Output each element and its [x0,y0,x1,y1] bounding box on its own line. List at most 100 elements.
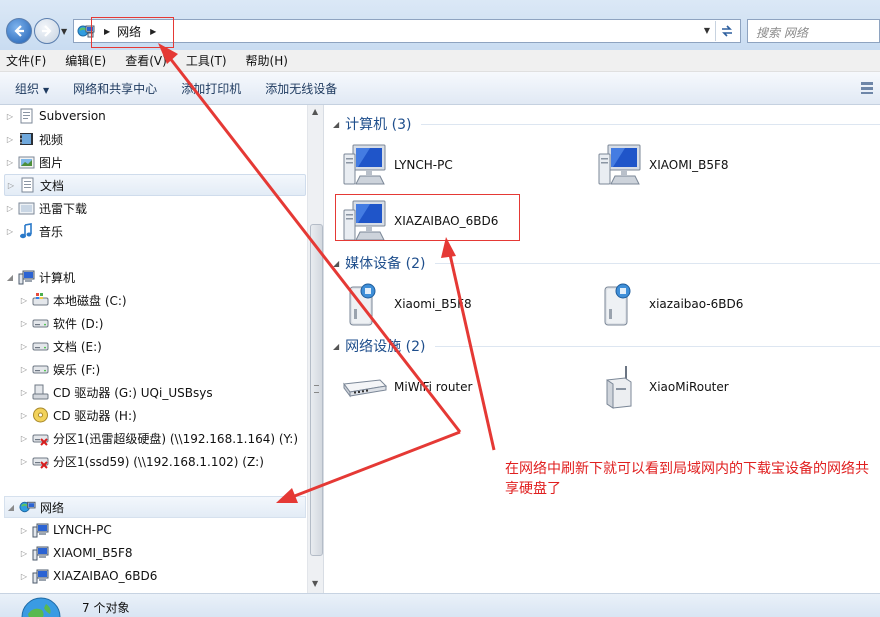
nav-label: 音乐 [39,224,64,239]
nav-item-lynch-pc[interactable]: ▷ LYNCH-PC [18,519,320,541]
address-history-dropdown[interactable]: ▼ [704,26,710,35]
scrollbar-thumb[interactable] [310,224,323,556]
computer-icon [18,269,35,285]
expand-icon[interactable]: ▷ [4,227,16,236]
nav-item-drive-d[interactable]: ▷ 软件 (D:) [18,312,320,334]
nav-label: LYNCH-PC [53,523,112,537]
subversion-icon [20,108,33,124]
nav-item-thunder-download[interactable]: ▷ 迅雷下载 [4,197,306,219]
nav-item-network[interactable]: ◢ 网络 [4,496,306,518]
collapse-icon[interactable]: ◢ [333,259,339,268]
nav-item-subversion[interactable]: ▷ Subversion [4,105,306,127]
collapse-icon[interactable]: ◢ [333,120,339,129]
nav-item-drive-f[interactable]: ▷ 娱乐 (F:) [18,358,320,380]
nav-label: Subversion [39,109,106,123]
nav-label: 计算机 [39,270,76,285]
nav-item-drive-g[interactable]: ▷ CD 驱动器 (G:) UQi_USBsys [18,381,320,403]
item-label: XiaoMiRouter [649,380,729,394]
nav-label: CD 驱动器 (H:) [53,408,137,423]
grip-icon [314,385,319,393]
nav-item-drive-c[interactable]: ▷ 本地磁盘 (C:) [18,289,320,311]
add-printer-button[interactable]: 添加打印机 [181,80,241,97]
item-miwifi-router[interactable]: MiWiFi router [340,364,472,410]
item-lynch-pc[interactable]: LYNCH-PC [340,142,453,188]
expand-icon[interactable]: ▷ [18,388,30,397]
nav-label: 本地磁盘 (C:) [53,293,127,308]
organize-label: 组织 [15,81,40,96]
network-center-button[interactable]: 网络和共享中心 [73,80,157,97]
network-drive-disconnected-icon [32,453,49,469]
command-toolbar: 组织 ▼ 网络和共享中心 添加打印机 添加无线设备 [0,72,880,105]
view-options-icon[interactable] [860,81,874,95]
expand-icon[interactable]: ▷ [18,365,30,374]
nav-label: 娱乐 (F:) [53,362,101,377]
menu-edit[interactable]: 编辑(E) [65,52,106,69]
nav-item-drive-h[interactable]: ▷ CD 驱动器 (H:) [18,404,320,426]
scroll-down-icon[interactable]: ▼ [312,579,318,588]
scroll-up-icon[interactable]: ▲ [312,107,318,116]
expand-icon[interactable]: ▷ [18,319,30,328]
nav-label: 迅雷下载 [39,201,88,216]
chevron-down-icon: ▼ [43,85,50,95]
add-wireless-button[interactable]: 添加无线设备 [265,80,337,97]
nav-item-drive-y[interactable]: ▷ 分区1(迅雷超级硬盘) (\\192.168.1.164) (Y:) [18,427,320,449]
expand-icon[interactable]: ▷ [18,434,30,443]
expand-icon[interactable]: ▷ [18,296,30,305]
expand-icon[interactable]: ▷ [4,158,16,167]
expand-icon[interactable]: ▷ [18,342,30,351]
nav-item-xiaomi-b5f8[interactable]: ▷ XIAOMI_B5F8 [18,542,320,564]
nav-scrollbar[interactable]: ▲ ▼ [307,105,323,593]
group-header-network-infrastructure[interactable]: ◢ 网络设施 (2) [333,336,880,356]
recent-pages-dropdown[interactable]: ▼ [61,27,67,36]
item-xiaomirouter[interactable]: XiaoMiRouter [595,364,729,410]
nav-item-drive-z[interactable]: ▷ 分区1(ssd59) (\\192.168.1.102) (Z:) [18,450,320,472]
expand-icon[interactable]: ▷ [5,181,17,190]
nav-label: 软件 (D:) [53,316,104,331]
hard-drive-icon [32,315,49,331]
divider [435,345,880,347]
nav-item-drive-e[interactable]: ▷ 文档 (E:) [18,335,320,357]
group-header-media-devices[interactable]: ◢ 媒体设备 (2) [333,253,880,273]
forward-button[interactable] [34,18,60,44]
expand-icon[interactable]: ▷ [4,135,16,144]
nav-item-pictures[interactable]: ▷ 图片 [4,151,306,173]
refresh-button[interactable] [715,21,737,41]
expand-icon[interactable]: ▷ [18,572,30,581]
nav-label: 文档 (E:) [53,339,102,354]
nav-item-computer[interactable]: ◢ 计算机 [4,266,306,288]
computer-icon [32,545,49,561]
computer-icon [32,522,49,538]
menu-view[interactable]: 查看(V) [125,52,167,69]
collapse-icon[interactable]: ◢ [5,503,17,512]
nav-item-documents[interactable]: ▷ 文档 [4,174,306,196]
expand-icon[interactable]: ▷ [18,549,30,558]
expand-icon[interactable]: ▷ [18,411,30,420]
video-icon [20,133,33,145]
hard-drive-icon [32,361,49,377]
nav-item-xiazaibao[interactable]: ▷ XIAZAIBAO_6BD6 [18,565,320,587]
arrow-left-icon [14,25,24,37]
expand-icon[interactable]: ▷ [4,112,16,121]
nav-item-videos[interactable]: ▷ 视频 [4,128,306,150]
group-header-computers[interactable]: ◢ 计算机 (3) [333,114,880,134]
menu-file[interactable]: 文件(F) [6,52,46,69]
menu-tools[interactable]: 工具(T) [186,52,227,69]
back-button[interactable] [6,18,32,44]
collapse-icon[interactable]: ◢ [4,273,16,282]
expand-icon[interactable]: ▷ [18,457,30,466]
item-label: MiWiFi router [394,380,473,394]
expand-icon[interactable]: ▷ [4,204,16,213]
cd-icon [33,407,48,423]
collapse-icon[interactable]: ◢ [333,342,339,351]
menu-help[interactable]: 帮助(H) [246,52,288,69]
nav-label: XIAZAIBAO_6BD6 [53,569,158,583]
item-media-xiazaibao[interactable]: xiazaibao-6BD6 [595,281,743,327]
divider [435,262,880,264]
search-input[interactable]: 搜索 网络 [747,19,880,43]
nav-item-music[interactable]: ▷ 音乐 [4,220,306,242]
group-title: 媒体设备 (2) [345,256,426,272]
organize-button[interactable]: 组织 ▼ [15,80,49,97]
expand-icon[interactable]: ▷ [18,526,30,535]
item-xiaomi-b5f8[interactable]: XIAOMI_B5F8 [595,142,729,188]
item-media-xiaomi[interactable]: Xiaomi_B5F8 [340,281,472,327]
